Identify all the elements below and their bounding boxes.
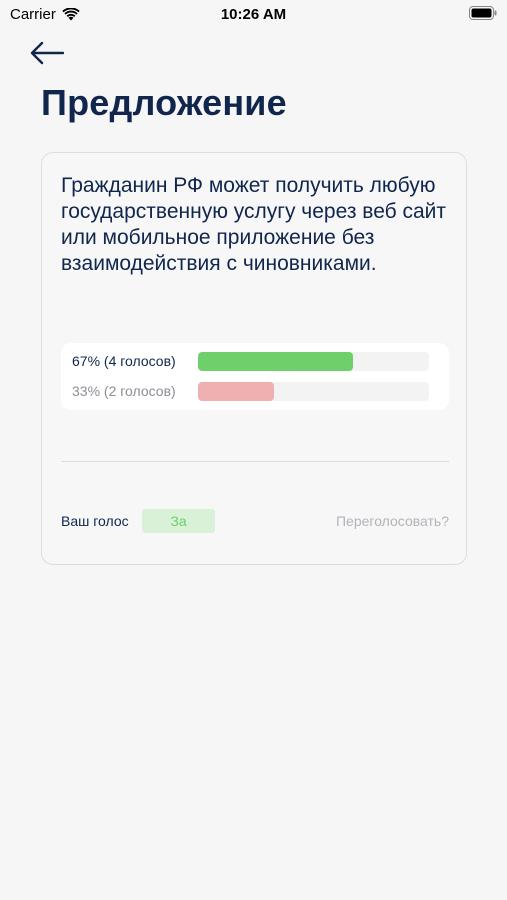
result-row-against: 33% (2 голосов) [72,381,442,401]
result-bar-track-for [198,351,429,371]
back-arrow-icon [30,41,64,65]
result-bar-for [198,351,353,371]
divider [61,461,449,462]
result-bar-track-against [198,381,429,401]
back-button[interactable] [30,38,70,68]
clock: 10:26 AM [220,6,287,23]
result-label-against: 33% (2 голосов) [72,383,176,399]
status-bar: Carrier 10:26 AM [0,0,507,30]
page-title: Предложение [41,82,287,123]
proposal-text: Гражданин РФ может получить любую госуда… [61,174,447,275]
vote-results: 67% (4 голосов) 33% (2 голосов) [61,343,449,410]
result-label-for: 67% (4 голосов) [72,353,176,369]
proposal-card: Гражданин РФ может получить любую госуда… [41,152,467,565]
result-row-for: 67% (4 голосов) [72,351,442,371]
your-vote-badge: За [142,509,215,533]
battery-icon [469,6,497,24]
result-bar-against [198,381,275,401]
revote-link[interactable]: Переголосовать? [336,513,449,529]
your-vote-row: Ваш голос За Переголосовать? [61,509,449,533]
your-vote-label: Ваш голос [61,513,129,529]
